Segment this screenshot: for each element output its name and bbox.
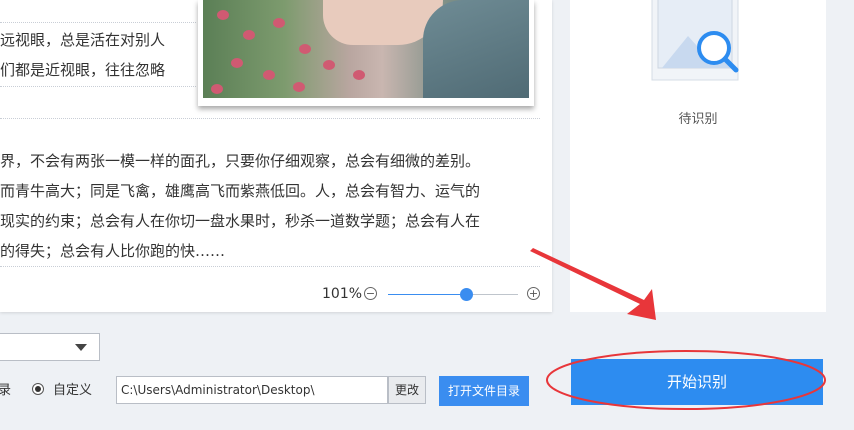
document-line: 而青牛高大；同是飞禽，雄鹰高飞而紫燕低回。人，总会有智力、运气的 bbox=[0, 182, 481, 200]
change-path-button[interactable]: 更改 bbox=[388, 376, 426, 404]
zoom-slider-fill bbox=[388, 294, 466, 295]
language-select[interactable] bbox=[0, 333, 100, 361]
document-preview: 远视眼，总是活在对别人 们都是近视眼，往往忽略 界，不会有两张一模一样的面孔，只… bbox=[0, 0, 552, 312]
divider bbox=[0, 86, 196, 87]
document-line: 的得失；总会有人比你跑的快…… bbox=[0, 242, 226, 260]
document-line: 界，不会有两张一模一样的面孔，只要你仔细观察，总会有细微的差别。 bbox=[0, 152, 481, 170]
document-line: 现实的约束；总会有人在你切一盘水果时，秒杀一道数学题；总会有人在 bbox=[0, 212, 481, 230]
photo-image bbox=[203, 0, 529, 98]
result-panel: 待识别 bbox=[570, 0, 826, 312]
output-option-label: 录 bbox=[0, 383, 12, 398]
divider bbox=[0, 22, 196, 23]
zoom-slider[interactable] bbox=[388, 288, 518, 301]
document-line: 们都是近视眼，往往忽略 bbox=[0, 61, 166, 79]
zoom-level-label: 101% bbox=[322, 286, 363, 302]
open-folder-button[interactable]: 打开文件目录 bbox=[439, 376, 529, 406]
document-photo bbox=[198, 0, 534, 106]
chevron-down-icon bbox=[75, 344, 87, 351]
custom-radio[interactable] bbox=[32, 383, 44, 395]
divider bbox=[0, 118, 540, 119]
zoom-slider-thumb[interactable] bbox=[460, 288, 473, 301]
output-path-field[interactable] bbox=[116, 376, 388, 404]
image-search-icon bbox=[651, 0, 739, 81]
document-line: 远视眼，总是活在对别人 bbox=[0, 31, 166, 49]
divider bbox=[0, 266, 540, 267]
result-status: 待识别 bbox=[678, 112, 718, 127]
minus-circle-icon[interactable]: − bbox=[364, 287, 377, 300]
plus-circle-icon[interactable]: + bbox=[527, 287, 540, 300]
start-recognition-button[interactable]: 开始识别 bbox=[571, 359, 823, 405]
custom-radio-label: 自定义 bbox=[53, 383, 93, 398]
